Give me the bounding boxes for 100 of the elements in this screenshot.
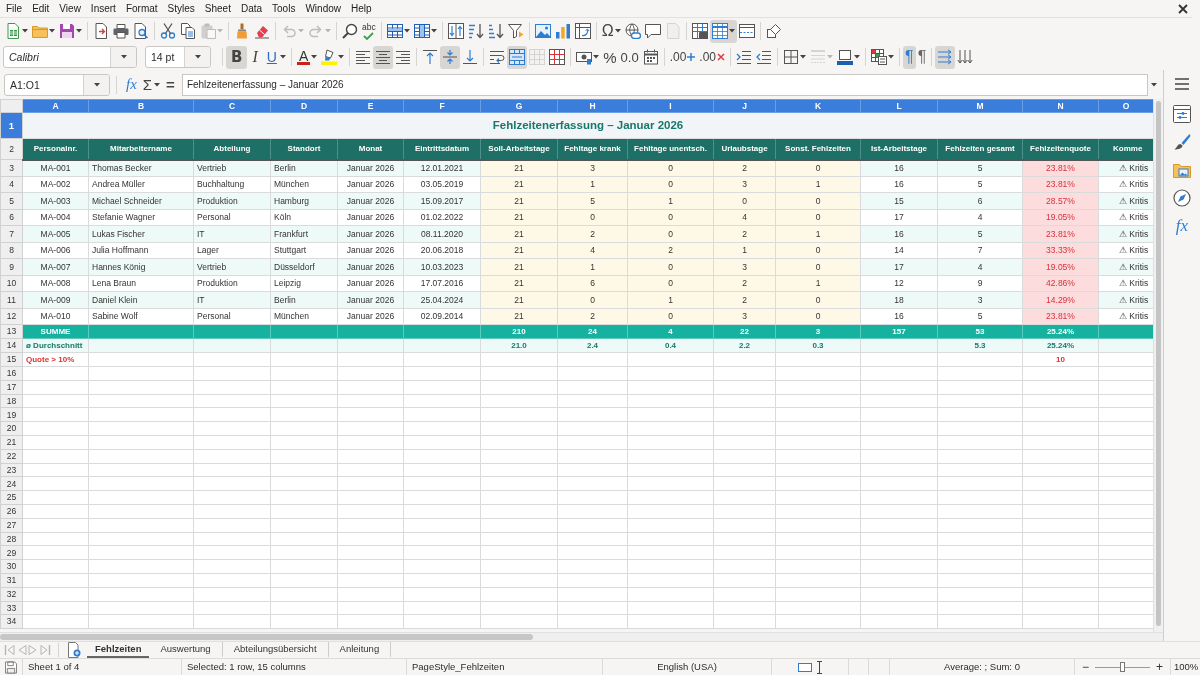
sidebar-button[interactable] <box>1173 189 1191 207</box>
column-header[interactable]: F <box>403 99 481 113</box>
printer-icon <box>113 23 129 39</box>
column-header[interactable]: O <box>1098 99 1154 113</box>
column-header[interactable]: L <box>860 99 938 113</box>
column-header[interactable]: A <box>22 99 89 113</box>
toolbar-button[interactable] <box>373 45 394 69</box>
language[interactable]: English (USA) <box>657 661 717 672</box>
caret-icon <box>338 55 345 59</box>
table-columns-icon <box>413 23 430 39</box>
vertical-scrollbar[interactable] <box>1153 99 1163 632</box>
menu-item[interactable]: Data <box>235 0 268 17</box>
column-header[interactable]: B <box>88 99 194 113</box>
formula-field[interactable]: Fehlzeitenerfassung – Januar 2026 <box>181 73 1148 96</box>
align-bottom-icon <box>462 49 479 65</box>
skip-to-start-icon[interactable] <box>4 644 15 656</box>
sidebar-button[interactable] <box>1173 133 1191 151</box>
sidebar-menu-button[interactable] <box>1174 77 1190 91</box>
page-style: PageStyle_Fehlzeiten <box>412 661 505 672</box>
column-header[interactable]: K <box>775 99 861 113</box>
column-header[interactable]: I <box>627 99 714 113</box>
column-header[interactable]: C <box>193 99 271 113</box>
column-header[interactable]: G <box>480 99 558 113</box>
toolbar-button[interactable]: B <box>226 45 248 69</box>
highlighter-icon <box>321 49 338 65</box>
sort-icon <box>447 23 464 39</box>
menu-item[interactable]: File <box>1 0 28 17</box>
indent-icon <box>736 49 753 65</box>
toolbar-button[interactable]: U <box>262 45 288 69</box>
sheet-tab[interactable]: Fehlzeiten <box>87 642 150 658</box>
caret-icon <box>827 55 834 59</box>
sheet-tab[interactable]: Abteilungsübersicht <box>222 642 329 658</box>
row-header[interactable]: 1 <box>0 112 23 139</box>
line-style-icon <box>810 49 827 65</box>
toolbar-button[interactable]: ¶ <box>915 45 929 69</box>
copy-icon <box>180 23 196 39</box>
menu-item[interactable]: View <box>54 0 86 17</box>
scrollbar-thumb[interactable] <box>1156 101 1161 626</box>
spreadsheet-document-icon <box>5 23 21 39</box>
zoom-percent[interactable]: 100% <box>1174 661 1199 672</box>
zoom-in-button[interactable]: + <box>1154 661 1165 673</box>
column-header[interactable]: J <box>713 99 776 113</box>
sheet-tab[interactable]: Auswertung <box>149 642 223 658</box>
sheet-tab[interactable]: Anleitung <box>328 642 392 658</box>
redo-icon <box>308 23 324 39</box>
print-area-icon <box>691 23 708 39</box>
table-icon <box>711 23 728 39</box>
toolbar-button[interactable]: 0.0 <box>618 45 641 69</box>
caret-icon <box>593 55 600 59</box>
column-header[interactable]: E <box>337 99 404 113</box>
scrollbar-thumb[interactable] <box>0 634 533 640</box>
sidebar-button[interactable] <box>1173 105 1191 123</box>
clipboard-icon <box>200 23 216 39</box>
search-icon <box>342 23 358 39</box>
menu-item[interactable]: Edit <box>27 0 55 17</box>
close-icon[interactable] <box>1178 3 1188 14</box>
properties-icon <box>1173 105 1191 123</box>
formula-button[interactable]: = <box>163 73 178 96</box>
toolbar-button[interactable]: Ω <box>599 19 623 43</box>
horizontal-scrollbar[interactable] <box>0 632 1163 641</box>
toolbar-button[interactable]: .00 <box>697 45 728 69</box>
column-header[interactable]: M <box>937 99 1023 113</box>
row-header[interactable]: 2 <box>0 138 23 160</box>
split-window-icon <box>738 23 755 39</box>
menu-item[interactable]: Window <box>300 0 346 17</box>
calendar-icon <box>642 49 659 65</box>
menu-item[interactable]: Styles <box>162 0 200 17</box>
image-folder-icon <box>1173 161 1191 179</box>
function-wizard-button[interactable]: fx <box>123 73 140 96</box>
menu-icon <box>1174 77 1190 91</box>
text-cursor-icon[interactable] <box>815 660 823 674</box>
column-header[interactable]: N <box>1022 99 1099 113</box>
paintbrush-icon <box>234 23 250 39</box>
page-preview-icon <box>133 23 149 39</box>
toolbar-button[interactable]: abc <box>360 19 378 43</box>
sum-button[interactable]: Σ <box>139 73 164 96</box>
toolbar-button[interactable]: .00 <box>667 45 698 69</box>
undo-icon <box>281 23 297 39</box>
menu-item[interactable]: Format <box>120 0 163 17</box>
caret-icon <box>1151 82 1157 87</box>
toolbar-button[interactable]: % <box>601 45 619 69</box>
selection-mode-icon[interactable] <box>797 662 812 672</box>
add-sheet-icon[interactable] <box>67 642 81 658</box>
caret-icon <box>854 55 861 59</box>
slider-thumb[interactable] <box>1119 662 1125 672</box>
zoom-out-button[interactable]: − <box>1080 661 1091 673</box>
align-middle-icon <box>442 49 459 65</box>
toolbar-button[interactable]: I <box>247 45 263 69</box>
column-header[interactable]: D <box>270 99 338 113</box>
toolbar-button[interactable] <box>709 19 737 43</box>
menu-item[interactable]: Help <box>346 0 377 17</box>
menu-item[interactable]: Tools <box>267 0 301 17</box>
toolbar-button[interactable]: A <box>294 45 320 69</box>
align-left-icon <box>355 49 372 65</box>
menu-item[interactable]: Sheet <box>199 0 236 17</box>
sidebar-button[interactable]: fx <box>1175 217 1189 234</box>
column-header[interactable]: H <box>557 99 628 113</box>
compass-icon <box>1173 189 1191 207</box>
menu-item[interactable]: Insert <box>85 0 121 17</box>
align-right-icon <box>395 49 412 65</box>
